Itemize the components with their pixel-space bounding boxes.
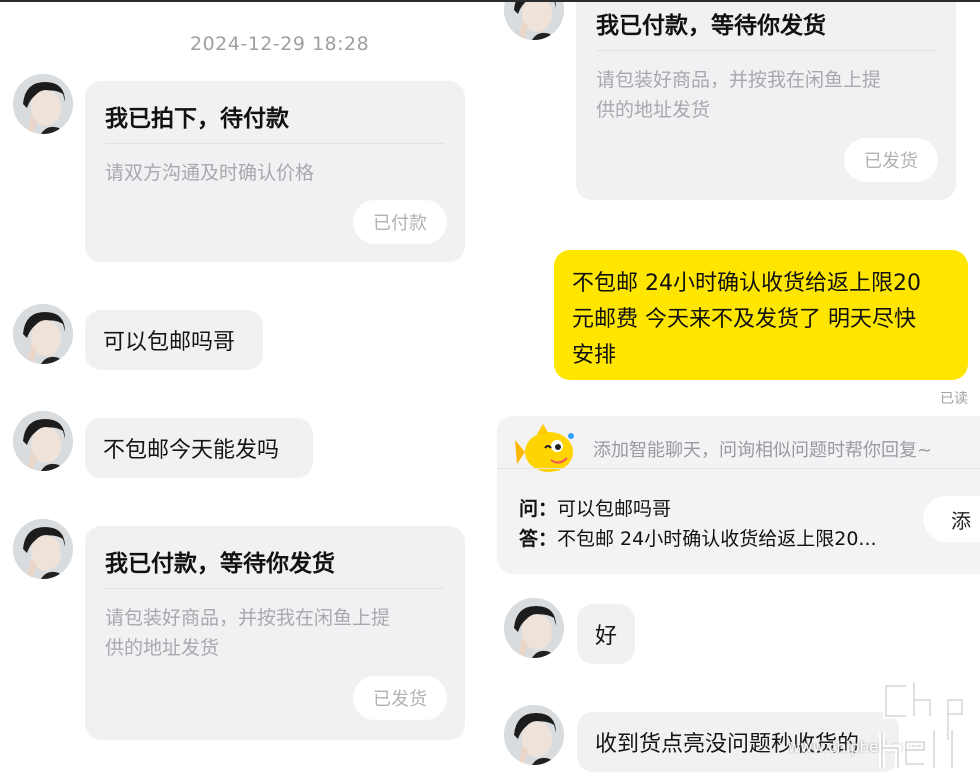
card-title: 我已拍下，待付款 xyxy=(105,106,289,132)
chiphell-watermark-logo xyxy=(879,682,965,768)
order-status-card-paid: 我已付款，等待你发货 请包装好商品，并按我在闲鱼上提 供的地址发货 已发货 xyxy=(85,526,465,740)
buyer-avatar[interactable] xyxy=(504,705,564,765)
seller-message-line: 元邮费 今天来不及发货了 明天尽快 xyxy=(572,307,916,332)
ai-reply-suggestion-card: 添加智能聊天，问询相似问题时帮你回复~ 问：可以包邮吗哥 答：不包邮 24小时确… xyxy=(497,416,980,574)
buyer-avatar[interactable] xyxy=(13,304,73,364)
card-divider xyxy=(596,50,936,51)
card-divider xyxy=(105,143,445,144)
chat-screenshot-right: 我已付款，等待你发货 请包装好商品，并按我在闲鱼上提 供的地址发货 已发货 xyxy=(490,0,980,784)
avatar-photo-icon xyxy=(504,705,564,765)
card-divider xyxy=(105,588,445,589)
avatar-photo-icon xyxy=(13,74,73,134)
buyer-avatar[interactable] xyxy=(13,74,73,134)
card-description-line2: 供的地址发货 xyxy=(596,99,711,121)
buyer-avatar[interactable] xyxy=(504,0,564,40)
message-text: 可以包邮吗哥 xyxy=(103,330,236,355)
message-bubble: 好 xyxy=(577,604,635,664)
chat-screenshot-left: 2024-12-29 18:28 我已拍下，待付款 请双方沟通及时确认价格 已付… xyxy=(0,0,490,784)
message-text: 好 xyxy=(595,624,618,649)
ai-question-row: 问：可以包邮吗哥 xyxy=(519,494,671,521)
add-auto-reply-button[interactable]: 添 xyxy=(923,496,980,542)
read-status: 已读 xyxy=(940,391,968,407)
card-title: 我已付款，等待你发货 xyxy=(596,13,826,39)
answer-text: 不包邮 24小时确认收货给返上限20... xyxy=(557,528,877,550)
card-description-line1: 请包装好商品，并按我在闲鱼上提 xyxy=(105,607,391,629)
seller-message-line: 安排 xyxy=(572,343,617,368)
seller-message-line: 不包邮 24小时确认收货给返上限20 xyxy=(572,271,921,296)
avatar-photo-icon xyxy=(13,304,73,364)
message-timestamp: 2024-12-29 18:28 xyxy=(190,33,370,55)
question-label: 问： xyxy=(519,498,558,520)
seller-message-bubble: 不包邮 24小时确认收货给返上限20 元邮费 今天来不及发货了 明天尽快 安排 xyxy=(554,250,968,380)
top-edge-line xyxy=(0,0,980,2)
card-description-line1: 请包装好商品，并按我在闲鱼上提 xyxy=(596,69,882,91)
card-title: 我已付款，等待你发货 xyxy=(105,551,335,577)
message-text: 不包邮今天能发吗 xyxy=(103,438,280,463)
avatar-photo-icon xyxy=(504,598,564,658)
paid-button[interactable]: 已付款 xyxy=(353,200,447,244)
ai-hint-text: 添加智能聊天，问询相似问题时帮你回复~ xyxy=(593,440,933,461)
card-description-line2: 供的地址发货 xyxy=(105,637,220,659)
avatar-photo-icon xyxy=(13,411,73,471)
ai-answer-row: 答：不包邮 24小时确认收货给返上限20... xyxy=(519,524,877,551)
shipped-button[interactable]: 已发货 xyxy=(844,138,938,182)
order-status-card-paid: 我已付款，等待你发货 请包装好商品，并按我在闲鱼上提 供的地址发货 已发货 xyxy=(576,0,956,200)
buyer-avatar[interactable] xyxy=(504,598,564,658)
question-text: 可以包邮吗哥 xyxy=(557,498,672,520)
avatar-photo-icon xyxy=(504,0,564,40)
order-status-card-unpaid: 我已拍下，待付款 请双方沟通及时确认价格 已付款 xyxy=(85,81,465,262)
buyer-avatar[interactable] xyxy=(13,519,73,579)
message-bubble: 不包邮今天能发吗 xyxy=(85,418,313,478)
answer-label: 答： xyxy=(519,528,558,550)
message-bubble: 可以包邮吗哥 xyxy=(85,310,263,370)
card-description: 请双方沟通及时确认价格 xyxy=(105,162,315,184)
shipped-button[interactable]: 已发货 xyxy=(353,676,447,720)
avatar-photo-icon xyxy=(13,519,73,579)
buyer-avatar[interactable] xyxy=(13,411,73,471)
ai-divider xyxy=(497,468,980,469)
